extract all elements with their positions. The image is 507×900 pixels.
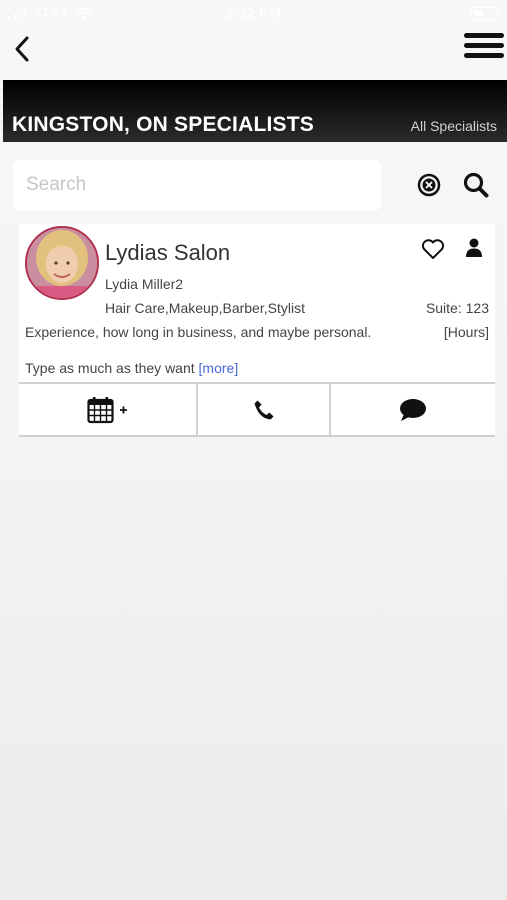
search-icon [463, 172, 489, 198]
book-appointment-button[interactable] [19, 384, 198, 435]
close-circle-icon [417, 173, 441, 197]
hours-link[interactable]: [Hours] [444, 324, 489, 340]
header-banner: KINGSTON, ON SPECIALISTS All Specialists [3, 80, 507, 142]
clock: 2:32 PM [225, 5, 282, 22]
page-title: KINGSTON, ON SPECIALISTS [12, 113, 314, 136]
suite-number: Suite: 123 [425, 300, 489, 316]
search-button[interactable] [463, 172, 489, 198]
phone-icon [254, 400, 273, 419]
call-button[interactable] [198, 384, 331, 435]
heart-icon [421, 239, 445, 259]
chevron-left-icon [15, 36, 29, 62]
extra-text: Type as much as they want [25, 360, 195, 376]
salon-name: Lydias Salon [105, 240, 231, 265]
user-icon [466, 238, 482, 257]
calendar-add-icon [86, 396, 127, 423]
description: Experience, how long in business, and ma… [25, 324, 372, 340]
clear-search-button[interactable] [417, 173, 441, 197]
back-button[interactable] [10, 34, 36, 64]
extra-description: Type as much as they want [more] [25, 360, 238, 376]
specialist-card[interactable]: Lydias Salon Lydia Miller2 Hair Care,Mak… [19, 224, 495, 437]
menu-button[interactable] [464, 33, 504, 63]
status-bar: AT&T 2:32 PM [0, 0, 507, 28]
search-input[interactable] [13, 160, 381, 210]
battery-icon [471, 7, 500, 20]
action-bar [19, 382, 495, 437]
more-link[interactable]: [more] [199, 360, 239, 376]
message-button[interactable] [331, 384, 495, 435]
avatar [25, 226, 99, 300]
chat-bubble-icon [400, 398, 426, 421]
hamburger-menu-icon [464, 33, 504, 58]
services-list: Hair Care,Makeup,Barber,Stylist [105, 300, 305, 316]
favorite-button[interactable] [421, 238, 445, 260]
profile-button[interactable] [465, 238, 483, 258]
owner-name: Lydia Miller2 [105, 276, 184, 292]
all-specialists-link[interactable]: All Specialists [411, 118, 497, 134]
